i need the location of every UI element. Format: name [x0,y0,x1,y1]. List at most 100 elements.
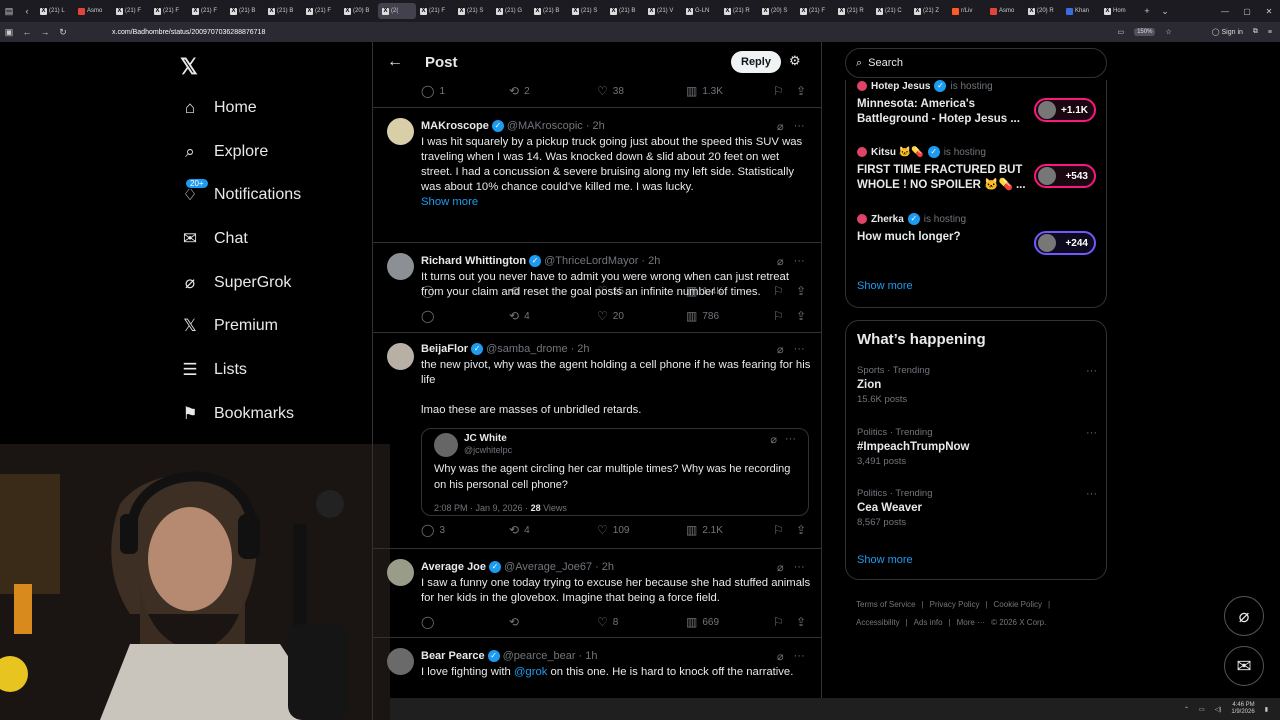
live-space-item[interactable]: Zherka ✓ is hosting How much longer? +244 [857,213,1107,255]
back-arrow-icon[interactable]: ← [387,53,403,71]
listener-count-pill[interactable]: +244 [1034,231,1096,255]
browser-tab[interactable]: X (21) F [796,3,834,19]
more-options-icon[interactable]: ··· [1086,365,1097,377]
grok-icon[interactable]: ⌀ [777,120,784,133]
repost-button[interactable]: ⟲ [509,615,524,629]
footer-link[interactable]: Terms of Service [856,600,916,609]
replie-button[interactable]: ◯ [421,615,439,629]
grok-icon[interactable]: ⌀ [777,650,784,663]
avatar[interactable] [387,559,414,586]
volume-icon[interactable]: ◁) [1215,706,1222,713]
repost-button[interactable]: ⟲ 2 [509,84,530,98]
like-button[interactable]: ♡ 20 [597,309,624,323]
browser-tab[interactable]: X Hom [1100,3,1138,19]
like-button[interactable]: ♡ 38 [597,84,624,98]
browser-tab[interactable]: X (21) F [302,3,340,19]
messages-fab-button[interactable]: ✉ [1224,646,1264,686]
bookmark-button[interactable]: ⚐ [773,309,784,323]
reply-tweet[interactable]: Average Joe ✓ @Average_Joe67 · 2h ⌀ ··· I saw a… [373,549,821,638]
more-options-icon[interactable]: ··· [794,561,805,574]
filter-settings-icon[interactable]: ⚙ [789,53,801,69]
nav-item-supergrok[interactable]: ⌀ SuperGrok [180,273,292,293]
browser-tab[interactable]: X (21) B [530,3,568,19]
footer-link[interactable]: Privacy Policy [930,600,980,609]
browser-tab[interactable]: X (21) S [568,3,606,19]
reply-tweet[interactable]: BeijaFlor ✓ @samba_drome · 2h ⌀ ··· the new piv… [373,333,821,549]
grok-icon[interactable]: ⌀ [777,343,784,356]
more-options-icon[interactable]: ··· [785,433,796,446]
network-icon[interactable]: ▭ [1199,706,1205,713]
mention-link[interactable]: @grok [514,666,547,678]
browser-tab[interactable]: X (21) R [834,3,872,19]
grok-icon[interactable]: ⌀ [777,561,784,574]
tweet-time[interactable]: 2h [648,255,660,267]
tab-scroll-left-icon[interactable]: ‹ [18,6,36,16]
avatar[interactable] [387,343,414,370]
author-handle[interactable]: @samba_drome [486,343,567,355]
trends-show-more-link[interactable]: Show more [857,554,913,566]
browser-tab[interactable]: Asmo [74,3,112,19]
trend-item[interactable]: Politics · Trending Cea Weaver 8,567 posts… [857,488,1097,528]
replie-button[interactable]: ◯ 1 [421,84,445,98]
browser-tab[interactable]: X (21) F [112,3,150,19]
view-button[interactable]: ▥ 2.1K [686,523,723,537]
reader-icon[interactable]: ▭ [1117,28,1124,36]
tab-list-icon[interactable]: ⌄ [1156,6,1174,17]
account-button[interactable]: ◯ Sign in [1212,28,1243,36]
nav-item-chat[interactable]: ✉ Chat [180,229,248,249]
browser-tab[interactable]: Asmo [986,3,1024,19]
search-input[interactable]: ⌕ Search [845,48,1107,78]
more-options-icon[interactable]: ··· [1086,427,1097,439]
x-logo-icon[interactable]: 𝕏 [180,54,198,80]
browser-tab[interactable]: X (2( [378,3,416,19]
replie-button[interactable]: ◯ 3 [421,523,445,537]
avatar[interactable] [387,648,414,675]
author-handle[interactable]: @Average_Joe67 [504,561,592,573]
more-options-icon[interactable]: ··· [794,255,805,268]
address-field[interactable]: x.com/Badhombre/status/20097070362888767… [112,29,265,36]
author-name[interactable]: Bear Pearce [421,650,485,662]
author-handle[interactable]: @pearce_bear [503,650,576,662]
show-more-link[interactable]: Show more [421,195,813,210]
tab-overview-icon[interactable]: ▤ [0,6,18,17]
listener-count-pill[interactable]: +543 [1034,164,1096,188]
repost-button[interactable]: ⟲ 4 [509,523,530,537]
tweet-time[interactable]: 2h [602,561,614,573]
like-button[interactable]: ♡ 109 [597,523,629,537]
maximize-icon[interactable]: ▢ [1236,7,1258,16]
nav-item-bookmarks[interactable]: ⚑ Bookmarks [180,404,294,424]
live-space-item[interactable]: Hotep Jesus ✓ is hosting Minnesota: America… [857,80,1107,127]
grok-icon[interactable]: ⌀ [777,255,784,268]
author-name[interactable]: Richard Whittington [421,255,526,267]
extensions-icon[interactable]: ⧉ [1253,28,1258,36]
browser-tab[interactable]: r/Liv [948,3,986,19]
reply-tweet[interactable]: Richard Whittington ✓ @ThriceLordMayor · 2h ⌀… [373,243,821,333]
trend-item[interactable]: Sports · Trending Zion 15.6K posts ··· [857,365,1097,405]
reply-button[interactable]: Reply [731,51,781,73]
minimize-icon[interactable]: — [1214,7,1236,16]
author-handle[interactable]: @MAKroscopic [507,120,583,132]
more-options-icon[interactable]: ··· [794,650,805,663]
nav-item-home[interactable]: ⌂ Home [180,98,257,118]
nav-item-explore[interactable]: ⌕ Explore [180,142,268,162]
tray-chevron-icon[interactable]: ⌃ [1184,706,1189,713]
nav-item-lists[interactable]: ☰ Lists [180,360,247,380]
footer-link[interactable]: Cookie Policy [994,600,1042,609]
browser-tab[interactable]: X (21) Z [910,3,948,19]
grok-fab-button[interactable]: ⌀ [1224,596,1264,636]
grok-icon[interactable]: ⌀ [770,433,777,446]
browser-tab[interactable]: X (21) F [150,3,188,19]
browser-tab[interactable]: X (21) S [454,3,492,19]
repost-button[interactable]: ⟲ 4 [509,309,530,323]
share-button[interactable]: ⇪ [796,615,806,629]
back-icon[interactable]: ← [18,27,36,37]
reply-tweet[interactable]: MAKroscope ✓ @MAKroscopic · 2h ⌀ ··· I was hit … [373,108,821,298]
more-options-icon[interactable]: ··· [794,120,805,133]
browser-tab[interactable]: X (21) B [226,3,264,19]
author-name[interactable]: BeijaFlor [421,343,468,355]
bookmark-star-icon[interactable]: ☆ [1165,28,1171,36]
avatar[interactable] [387,253,414,280]
share-button[interactable]: ⇪ [796,309,806,323]
browser-tab[interactable]: Khan [1062,3,1100,19]
browser-tab[interactable]: X (21) F [188,3,226,19]
